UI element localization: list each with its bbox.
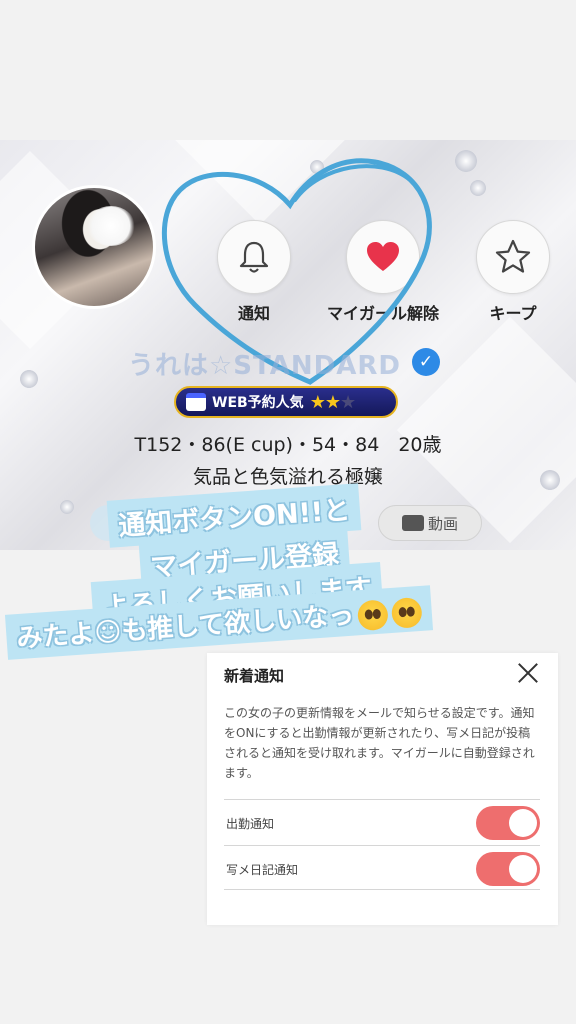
video-label: 動画 [427,514,458,533]
pleading-face-icon [357,598,390,631]
background-facet [175,140,345,225]
setting-label: 写メ日記通知 [226,863,299,877]
mygirl-label: マイガール解除 [326,304,439,323]
profile-avatar[interactable] [32,185,156,309]
star-filled-icon: ★ [309,391,326,413]
profile-tagline: 気品と色気溢れる極嬢 [192,466,383,488]
background-sparkle [20,370,38,388]
panel-title: 新着通知 [224,667,285,685]
top-blank-area [0,0,576,140]
heart-icon [367,242,399,271]
background-sparkle [470,180,486,196]
star-filled-icon: ★ [324,391,341,413]
photo-diary-toggle[interactable] [476,852,540,886]
background-sparkle [310,160,324,174]
video-button[interactable]: 動画 [378,505,482,541]
keep-button[interactable] [476,220,550,294]
profile-stats: T152・86(E cup)・54・84 20歳 [134,434,442,456]
calendar-icon [186,393,206,411]
notify-button[interactable] [217,220,291,294]
pleading-face-icon [391,596,424,629]
background-sparkle [60,500,74,514]
mygirl-button[interactable] [346,220,420,294]
bell-icon [239,241,269,273]
toggle-knob [509,809,537,837]
avatar-blur-patch [87,206,135,246]
setting-label: 出勤通知 [226,817,275,831]
background-sparkle [455,150,477,172]
star-icon [495,239,531,273]
profile-name: うれは☆STANDARD [128,351,401,381]
notify-label: 通知 [237,304,270,323]
badge-stars: ★★★ [309,391,356,413]
setting-row-attendance: 出勤通知 [224,799,540,844]
close-icon[interactable] [514,659,542,687]
web-reservation-badge: WEB予約人気 ★★★ [174,386,398,418]
panel-description: この女の子の更新情報をメールで知らせる設定です。通知をONにすると出勤情報が更新… [224,706,535,780]
attendance-toggle[interactable] [476,806,540,840]
badge-label: WEB予約人気 [212,395,304,411]
setting-row-photo-diary: 写メ日記通知 [224,845,540,890]
video-icon [401,515,424,531]
keep-label: キープ [489,304,537,323]
caption-line-4-text: みたよ☺も推して欲しいなっ [15,600,356,655]
verified-icon: ✓ [412,348,440,376]
star-empty-icon: ★ [339,391,356,413]
toggle-knob [509,855,537,883]
new-notification-panel: 新着通知 この女の子の更新情報をメールで知らせる設定です。通知をONにすると出勤… [207,653,558,925]
